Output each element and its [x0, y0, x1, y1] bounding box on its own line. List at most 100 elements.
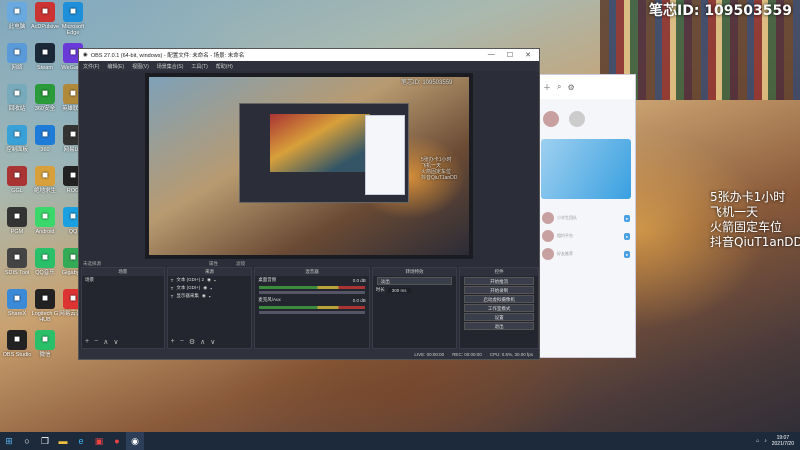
- duration-input[interactable]: 300 ms: [387, 287, 411, 293]
- preview-watermark: 笔芯ID: 109503559: [401, 80, 453, 86]
- control-button[interactable]: 开始录制: [464, 286, 534, 294]
- chat-banner[interactable]: [541, 139, 631, 199]
- volume-icon[interactable]: ♪: [764, 438, 767, 444]
- obs-window[interactable]: ◉ OBS 27.0.1 (64-bit, windows) - 配置文件: 未…: [78, 48, 540, 360]
- chat-row[interactable]: 好友推荐 ●: [537, 245, 635, 263]
- clock[interactable]: 19:07 2021/7/20: [772, 435, 794, 447]
- preview-canvas[interactable]: 笔芯ID: 109503559 5张办卡1小时 飞机一天 火箭固定车位 抖音QiuT1…: [145, 73, 473, 259]
- settings-icon[interactable]: ⚙: [567, 83, 574, 92]
- desktop-icon[interactable]: ■ 微信: [30, 330, 60, 358]
- chat-topbar: ＋ ⌕ ⚙: [537, 75, 635, 99]
- menu-item[interactable]: 帮助(H): [216, 63, 233, 70]
- down-icon[interactable]: ∨: [210, 338, 215, 346]
- source-item[interactable]: T 文本 (GDI+) 2 ◉ ▪: [168, 276, 252, 284]
- desktop-icon-label: Steam: [37, 65, 53, 71]
- up-icon[interactable]: ∧: [103, 338, 108, 346]
- control-button[interactable]: 启动虚拟摄像机: [464, 295, 534, 303]
- volume-slider[interactable]: [259, 291, 365, 294]
- plus-icon[interactable]: ＋: [543, 82, 551, 93]
- obs-icon[interactable]: ◉: [126, 432, 144, 450]
- live-status: LIVE: 00:00:00: [414, 351, 445, 357]
- menu-item[interactable]: 视图(V): [132, 63, 149, 70]
- search-icon[interactable]: ○: [18, 432, 36, 450]
- avatar: [542, 248, 554, 260]
- network-icon[interactable]: ⌂: [756, 438, 759, 444]
- desktop-icon[interactable]: ■ GGL: [2, 166, 32, 194]
- lock-icon[interactable]: ▪: [210, 286, 212, 291]
- desktop-icon[interactable]: ■ 360安全: [30, 84, 60, 112]
- source-name: 文本 (GDI+): [176, 285, 201, 290]
- search-icon[interactable]: ⌕: [557, 82, 561, 92]
- chat-row[interactable]: 相约平台 ●: [537, 227, 635, 245]
- volume-slider[interactable]: [259, 311, 365, 314]
- desktop-icon[interactable]: ■ Microsoft Edge: [58, 2, 88, 36]
- visibility-icon[interactable]: ◉: [207, 277, 211, 283]
- visibility-icon[interactable]: ◉: [203, 285, 207, 291]
- desktop-icon[interactable]: ■ SDIS Tool: [2, 248, 32, 276]
- watermark-id: 笔芯ID: 109503559: [649, 3, 792, 19]
- desktop-icon[interactable]: ■ AcDPulsive: [30, 2, 60, 30]
- desktop-icon[interactable]: ■ ShareX: [2, 289, 32, 317]
- channel-name: 桌面音频: [258, 277, 277, 282]
- chat-profile: [537, 99, 635, 139]
- mixer-dock: 混音器 桌面音频 0.0 dB 麦克风/Aux 0.0 dB: [254, 267, 370, 349]
- transitions-dock: 转场特效 淡出 时长 300 ms: [371, 267, 458, 349]
- visibility-icon[interactable]: ◉: [202, 293, 206, 299]
- desktop-icon[interactable]: ■ 网络: [2, 43, 32, 71]
- desktop-icon[interactable]: ■ Logitech G HUB: [30, 289, 60, 323]
- chat-badge: ●: [623, 250, 630, 258]
- duration-row: 时长 300 ms: [373, 286, 457, 294]
- overlay-line: 火箭固定车位: [710, 220, 783, 234]
- desktop-icon[interactable]: ■ 绝地求生: [30, 166, 60, 194]
- chat-row[interactable]: 小学生团队 ●: [537, 209, 635, 227]
- menu-item[interactable]: 工具(T): [191, 63, 207, 70]
- desktop-icon[interactable]: ■ PGM: [2, 207, 32, 235]
- menu-item[interactable]: 场景集合(S): [157, 63, 184, 70]
- menu-item[interactable]: 编辑(E): [107, 63, 124, 70]
- control-button[interactable]: 设置: [464, 313, 534, 321]
- up-icon[interactable]: ∧: [200, 338, 205, 346]
- desktop-icon[interactable]: ■ Steam: [30, 43, 60, 71]
- desktop-icon[interactable]: ■ Android: [30, 207, 60, 235]
- down-icon[interactable]: ∨: [113, 338, 118, 346]
- avatar[interactable]: [543, 111, 559, 127]
- control-button[interactable]: 开始推流: [464, 277, 534, 285]
- close-button[interactable]: ✕: [525, 51, 531, 59]
- minimize-button[interactable]: —: [488, 51, 495, 59]
- avatar[interactable]: [569, 111, 585, 127]
- app-icon[interactable]: ▣: [90, 432, 108, 450]
- transition-select[interactable]: 淡出: [376, 277, 453, 285]
- desktop-icon[interactable]: ■ OBS Studio: [2, 330, 32, 358]
- desktop-icon[interactable]: ■ 此电脑: [2, 2, 32, 30]
- pubg-icon: ■: [35, 166, 55, 186]
- remove-icon[interactable]: −: [94, 338, 98, 346]
- remove-icon[interactable]: −: [180, 338, 184, 346]
- desktop-icon[interactable]: ■ 回收站: [2, 84, 32, 112]
- lock-icon[interactable]: ▪: [209, 294, 211, 299]
- desktop-icon[interactable]: ■ 控制面板: [2, 125, 32, 153]
- add-icon[interactable]: +: [171, 338, 175, 346]
- edge-icon[interactable]: e: [72, 432, 90, 450]
- menu-item[interactable]: 文件(F): [83, 63, 99, 70]
- source-item[interactable]: T 显示器采集 ◉ ▪: [168, 292, 252, 300]
- lock-icon[interactable]: ▪: [214, 278, 216, 283]
- file-explorer-icon[interactable]: ▬: [54, 432, 72, 450]
- channel-name: 麦克风/Aux: [258, 297, 281, 302]
- dock-area: 场景 场景 + − ∧ ∨ 来源 T 文本 (GDI+) 2 ◉ ▪ T 文本 (GDI+) ◉ ▪…: [79, 267, 541, 349]
- qq-icon[interactable]: ●: [108, 432, 126, 450]
- control-button[interactable]: 退出: [464, 322, 534, 330]
- source-item[interactable]: T 文本 (GDI+) ◉ ▪: [168, 284, 252, 292]
- desktop-icon[interactable]: ■ 360: [30, 125, 60, 153]
- control-button[interactable]: 工作室模式: [464, 304, 534, 312]
- desktop-icon[interactable]: ■ QQ音乐: [30, 248, 60, 276]
- maximize-button[interactable]: ☐: [507, 51, 513, 59]
- add-icon[interactable]: +: [85, 338, 89, 346]
- gear-icon[interactable]: ⚙: [189, 338, 195, 346]
- desktop-icon-label: GGL: [11, 188, 23, 194]
- desktop-icon-label: QQ音乐: [35, 270, 55, 276]
- task-view-icon[interactable]: ❐: [36, 432, 54, 450]
- chat-window[interactable]: ＋ ⌕ ⚙ 小学生团队 ● 相约平台 ● 好友推荐 ●: [536, 74, 636, 358]
- start-icon[interactable]: ⊞: [0, 432, 18, 450]
- scene-item[interactable]: 场景: [82, 276, 164, 284]
- steam-icon: ■: [35, 43, 55, 63]
